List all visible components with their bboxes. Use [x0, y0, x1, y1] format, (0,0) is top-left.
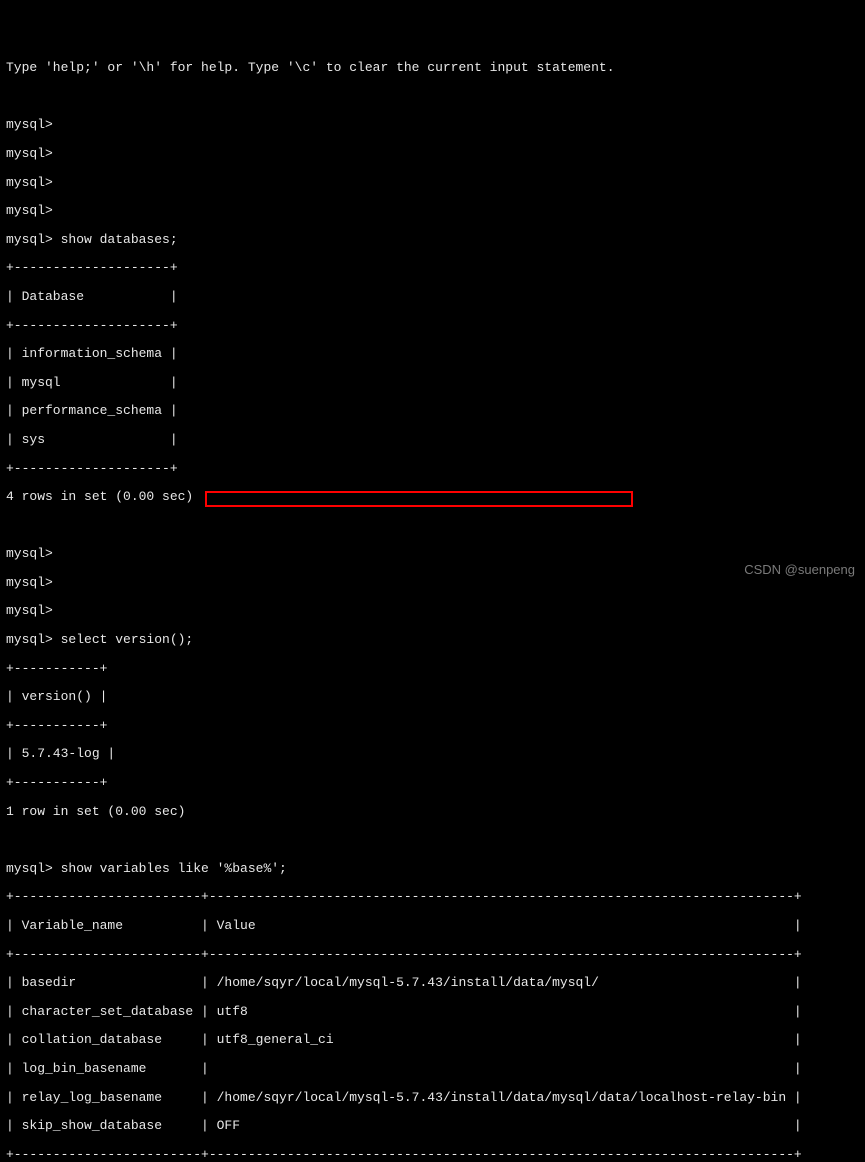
- blank-line: [6, 90, 859, 104]
- table-row: | log_bin_basename | |: [6, 1062, 859, 1076]
- table-border: +--------------------+: [6, 261, 859, 275]
- table-row: | collation_database | utf8_general_ci |: [6, 1033, 859, 1047]
- prompt-line: mysql>: [6, 547, 859, 561]
- result-summary: 4 rows in set (0.00 sec): [6, 490, 859, 504]
- table-row: | basedir | /home/sqyr/local/mysql-5.7.4…: [6, 976, 859, 990]
- prompt-line: mysql>: [6, 604, 859, 618]
- table-header: | version() |: [6, 690, 859, 704]
- prompt-line: mysql>: [6, 118, 859, 132]
- table-header: | Variable_name | Value |: [6, 919, 859, 933]
- table-row: | character_set_database | utf8 |: [6, 1005, 859, 1019]
- table-border: +--------------------+: [6, 462, 859, 476]
- prompt-line: mysql>: [6, 204, 859, 218]
- table-row: | relay_log_basename | /home/sqyr/local/…: [6, 1091, 859, 1105]
- cmd-select-version: mysql> select version();: [6, 633, 859, 647]
- help-intro-line: Type 'help;' or '\h' for help. Type '\c'…: [6, 61, 859, 75]
- table-row: | 5.7.43-log |: [6, 747, 859, 761]
- table-border: +-----------+: [6, 662, 859, 676]
- table-row: | performance_schema |: [6, 404, 859, 418]
- watermark: CSDN @suenpeng: [744, 563, 855, 577]
- cmd-show-databases: mysql> show databases;: [6, 233, 859, 247]
- table-border: +------------------------+--------------…: [6, 948, 859, 962]
- table-border: +--------------------+: [6, 319, 859, 333]
- result-summary: 1 row in set (0.00 sec): [6, 805, 859, 819]
- prompt-line: mysql>: [6, 576, 859, 590]
- table-row: | information_schema |: [6, 347, 859, 361]
- blank-line: [6, 519, 859, 533]
- table-border: +-----------+: [6, 776, 859, 790]
- table-row: | skip_show_database | OFF |: [6, 1119, 859, 1133]
- table-border: +-----------+: [6, 719, 859, 733]
- table-row: | sys |: [6, 433, 859, 447]
- blank-line: [6, 833, 859, 847]
- table-border: +------------------------+--------------…: [6, 1148, 859, 1162]
- cmd-show-variables: mysql> show variables like '%base%';: [6, 862, 859, 876]
- table-border: +------------------------+--------------…: [6, 890, 859, 904]
- table-row: | mysql |: [6, 376, 859, 390]
- prompt-line: mysql>: [6, 176, 859, 190]
- table-header: | Database |: [6, 290, 859, 304]
- prompt-line: mysql>: [6, 147, 859, 161]
